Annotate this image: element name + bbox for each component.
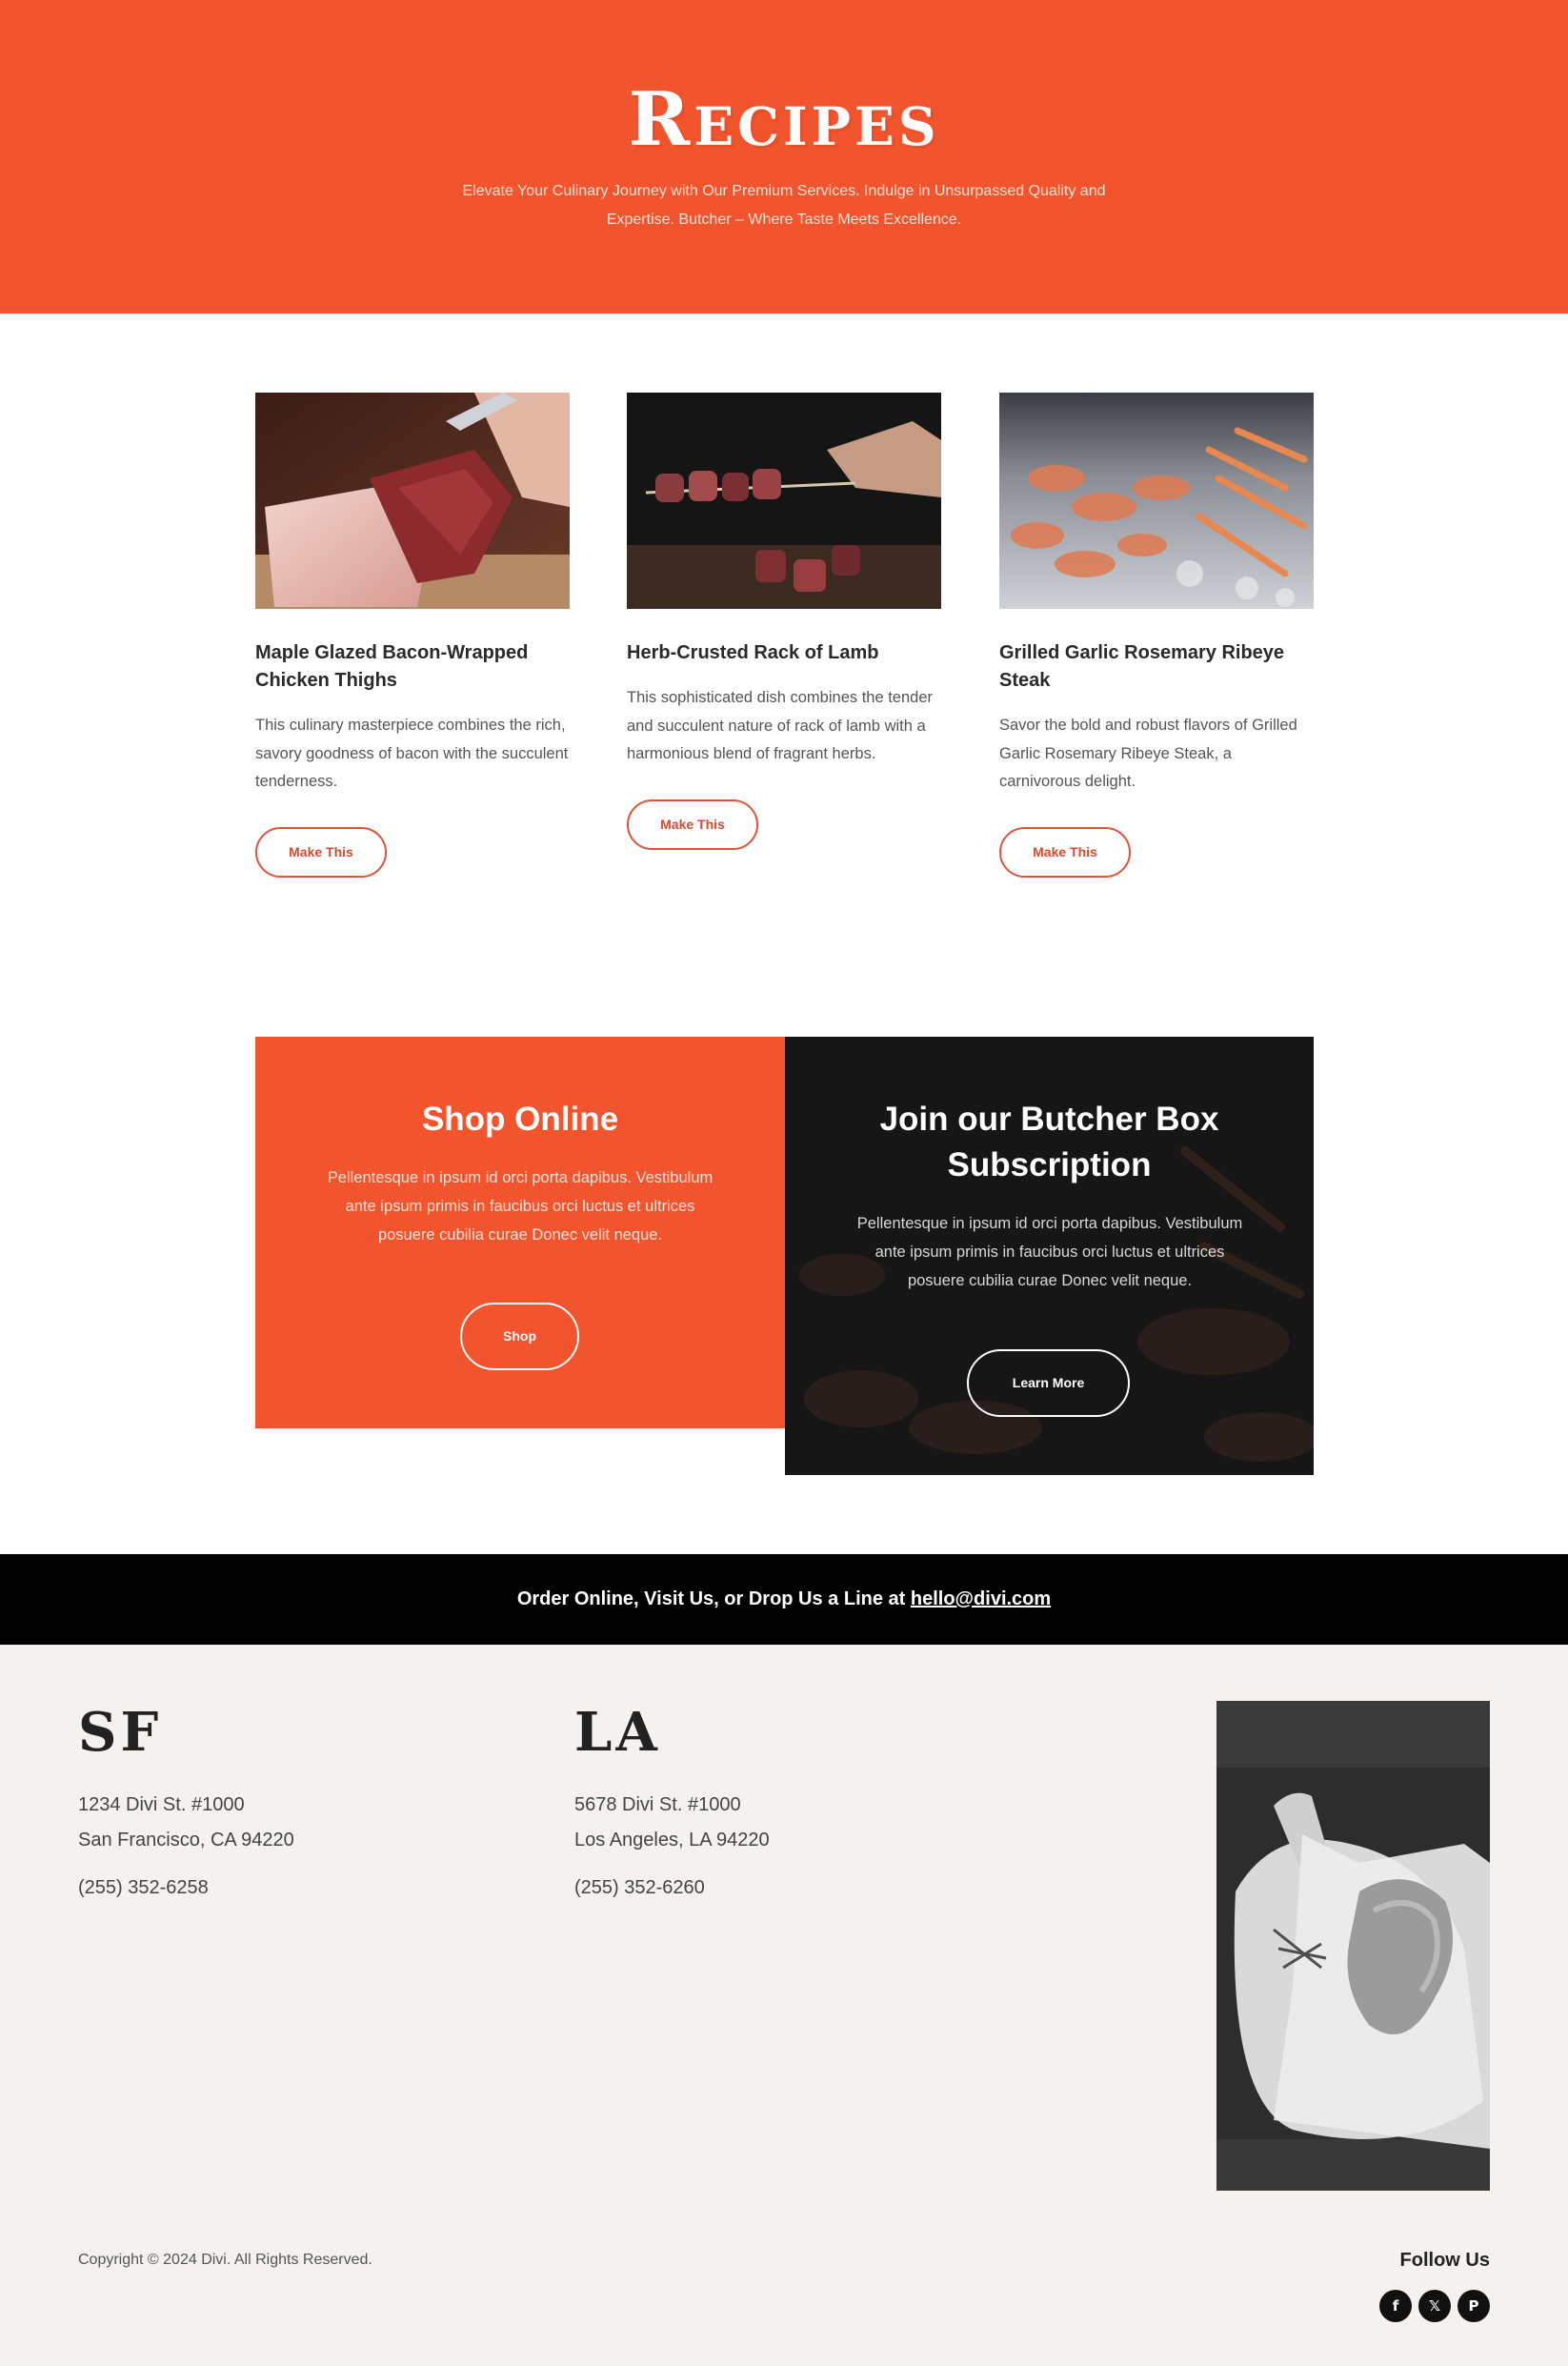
recipe-description: This sophisticated dish combines the ten…	[627, 689, 934, 762]
location-heading-sf: SF	[78, 1701, 163, 1764]
follow-us-label: Follow Us	[1399, 2250, 1490, 2271]
footer: SF 1234 Divi St. #1000 San Francisco, CA…	[0, 1645, 1568, 2366]
recipe-card: Herb-Crusted Rack of Lamb This sophistic…	[627, 393, 941, 850]
shop-online-text: Pellentesque in ipsum id orci porta dapi…	[327, 1169, 714, 1244]
recipe-image-beef[interactable]	[255, 393, 570, 609]
copyright-text: Copyright © 2024 Divi. All Rights Reserv…	[78, 2252, 372, 2268]
make-this-button[interactable]: Make This	[627, 799, 758, 850]
recipe-description: This culinary masterpiece combines the r…	[255, 717, 569, 790]
contact-banner: Order Online, Visit Us, or Drop Us a Lin…	[0, 1554, 1568, 1645]
recipe-title[interactable]: Grilled Garlic Rosemary Ribeye Steak	[999, 639, 1314, 695]
subscription-panel: Join our Butcher Box Subscription Pellen…	[785, 1037, 1314, 1475]
recipe-card: Grilled Garlic Rosemary Ribeye Steak Sav…	[999, 393, 1314, 878]
page-title: Recipes	[628, 76, 940, 163]
learn-more-button[interactable]: Learn More	[967, 1349, 1130, 1417]
facebook-icon[interactable]: f	[1379, 2290, 1412, 2322]
pinterest-icon[interactable]: P	[1457, 2290, 1490, 2322]
make-this-button[interactable]: Make This	[255, 826, 387, 878]
hero-section: Recipes Elevate Your Culinary Journey wi…	[0, 0, 1568, 313]
phone-number[interactable]: (255) 352-6260	[574, 1873, 705, 1902]
recipe-title[interactable]: Herb-Crusted Rack of Lamb	[627, 639, 941, 667]
address-line: 1234 Divi St. #1000	[78, 1794, 245, 1815]
recipe-title[interactable]: Maple Glazed Bacon-Wrapped Chicken Thigh…	[255, 639, 570, 695]
x-icon[interactable]: 𝕏	[1418, 2290, 1451, 2322]
subscription-title: Join our Butcher Box Subscription	[879, 1101, 1219, 1183]
recipe-image-seafood[interactable]	[999, 393, 1314, 609]
recipe-description: Savor the bold and robust flavors of Gri…	[999, 717, 1297, 790]
address-line: Los Angeles, LA 94220	[574, 1830, 770, 1850]
shop-button[interactable]: Shop	[460, 1303, 579, 1370]
banner-text: Order Online, Visit Us, or Drop Us a Lin…	[516, 1588, 911, 1609]
address-line: 5678 Divi St. #1000	[574, 1794, 741, 1815]
subscription-text: Pellentesque in ipsum id orci porta dapi…	[856, 1215, 1243, 1289]
address-line: San Francisco, CA 94220	[78, 1830, 294, 1850]
hero-subtitle: Elevate Your Culinary Journey with Our P…	[462, 183, 1106, 228]
shop-online-title: Shop Online	[421, 1101, 619, 1138]
phone-number[interactable]: (255) 352-6258	[78, 1873, 209, 1902]
footer-steak-image	[1216, 1701, 1490, 2191]
email-link[interactable]: hello@divi.com	[911, 1588, 1051, 1609]
shop-online-panel: Shop Online Pellentesque in ipsum id orc…	[255, 1037, 785, 1428]
location-heading-la: LA	[574, 1701, 661, 1764]
make-this-button[interactable]: Make This	[999, 826, 1131, 878]
recipe-image-skewers[interactable]	[627, 393, 941, 609]
recipe-card: Maple Glazed Bacon-Wrapped Chicken Thigh…	[255, 393, 570, 878]
